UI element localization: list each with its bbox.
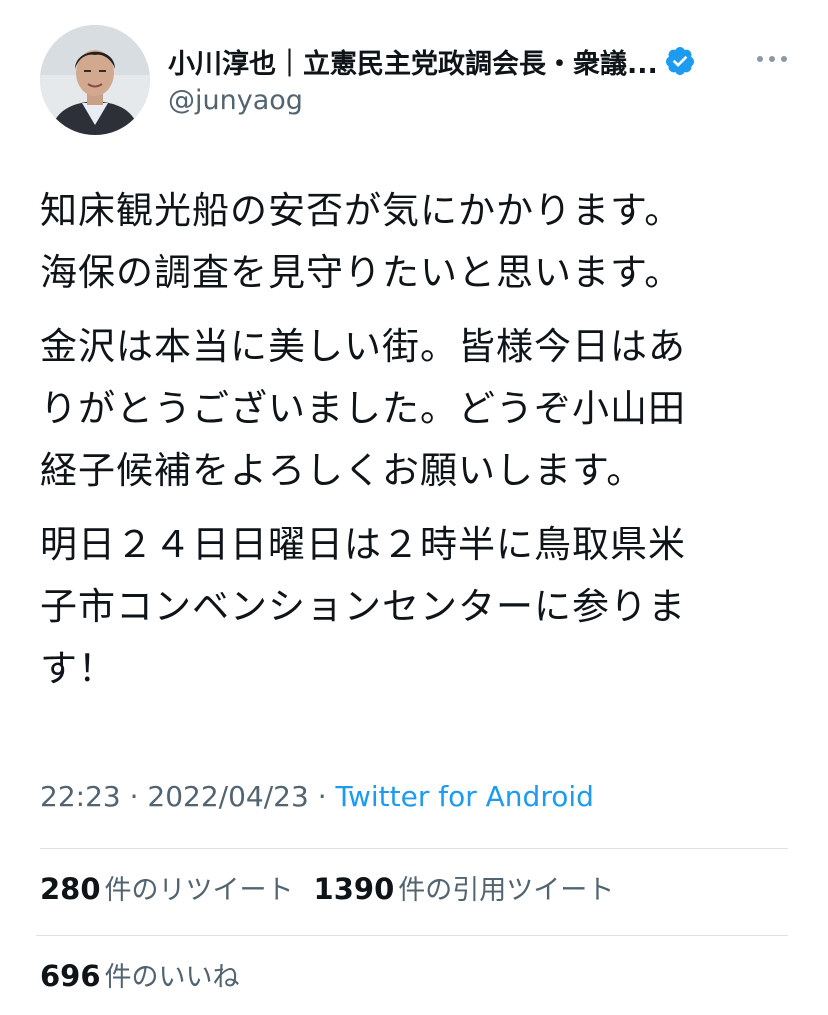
likes-row: 696 件のいいね bbox=[40, 955, 260, 994]
retweets-label: 件のリツイート bbox=[104, 875, 294, 906]
tweet-meta: 22:23 · 2022/04/23 · Twitter for Android bbox=[40, 780, 594, 813]
likes-count: 696 bbox=[40, 959, 101, 993]
quotes-label: 件の引用ツイート bbox=[398, 875, 615, 906]
retweets-count: 280 bbox=[40, 872, 101, 906]
likes-label: 件のいいね bbox=[104, 962, 240, 993]
tweet-header: 小川淳也｜立憲民主党政調会長・衆議... @junyaog bbox=[40, 25, 800, 140]
tweet-paragraph: 金沢は本当に美しい街。皆様今日はあ りがとうございました。どうぞ小山田 経子候補… bbox=[40, 325, 686, 492]
handle[interactable]: @junyaog bbox=[168, 85, 728, 116]
tweet-paragraph: 知床観光船の安否が気にかかります。 海保の調査を見守りたいと思います。 bbox=[40, 189, 683, 294]
profile-photo bbox=[40, 25, 150, 135]
engagement-stats: 280 件のリツイート 1390 件の引用ツイート bbox=[40, 868, 634, 907]
name-row: 小川淳也｜立憲民主党政調会長・衆議... bbox=[168, 39, 728, 83]
author-block: 小川淳也｜立憲民主党政調会長・衆議... @junyaog bbox=[168, 39, 728, 116]
tweet-text: 知床観光船の安否が気にかかります。 海保の調査を見守りたいと思います。 金沢は本… bbox=[40, 180, 800, 712]
meta-separator: · bbox=[120, 780, 148, 813]
meta-separator: · bbox=[308, 780, 336, 813]
quote-tweets-stat[interactable]: 1390 件の引用ツイート bbox=[314, 868, 615, 907]
avatar[interactable] bbox=[40, 25, 150, 135]
more-options-icon[interactable] bbox=[752, 47, 792, 71]
tweet-paragraph: 明日２４日日曜日は２時半に鳥取県米 子市コンベンションセンターに参りま す！ bbox=[40, 523, 686, 690]
divider bbox=[36, 935, 788, 936]
quotes-count: 1390 bbox=[313, 872, 395, 906]
retweets-stat[interactable]: 280 件のリツイート bbox=[40, 868, 294, 907]
likes-stat[interactable]: 696 件のいいね bbox=[40, 955, 240, 994]
verified-badge-icon bbox=[665, 47, 694, 75]
tweet-time[interactable]: 22:23 bbox=[40, 780, 121, 813]
divider bbox=[40, 848, 788, 849]
display-name[interactable]: 小川淳也｜立憲民主党政調会長・衆議... bbox=[168, 42, 658, 81]
tweet-date[interactable]: 2022/04/23 bbox=[147, 780, 308, 813]
tweet-source-link[interactable]: Twitter for Android bbox=[336, 780, 594, 813]
